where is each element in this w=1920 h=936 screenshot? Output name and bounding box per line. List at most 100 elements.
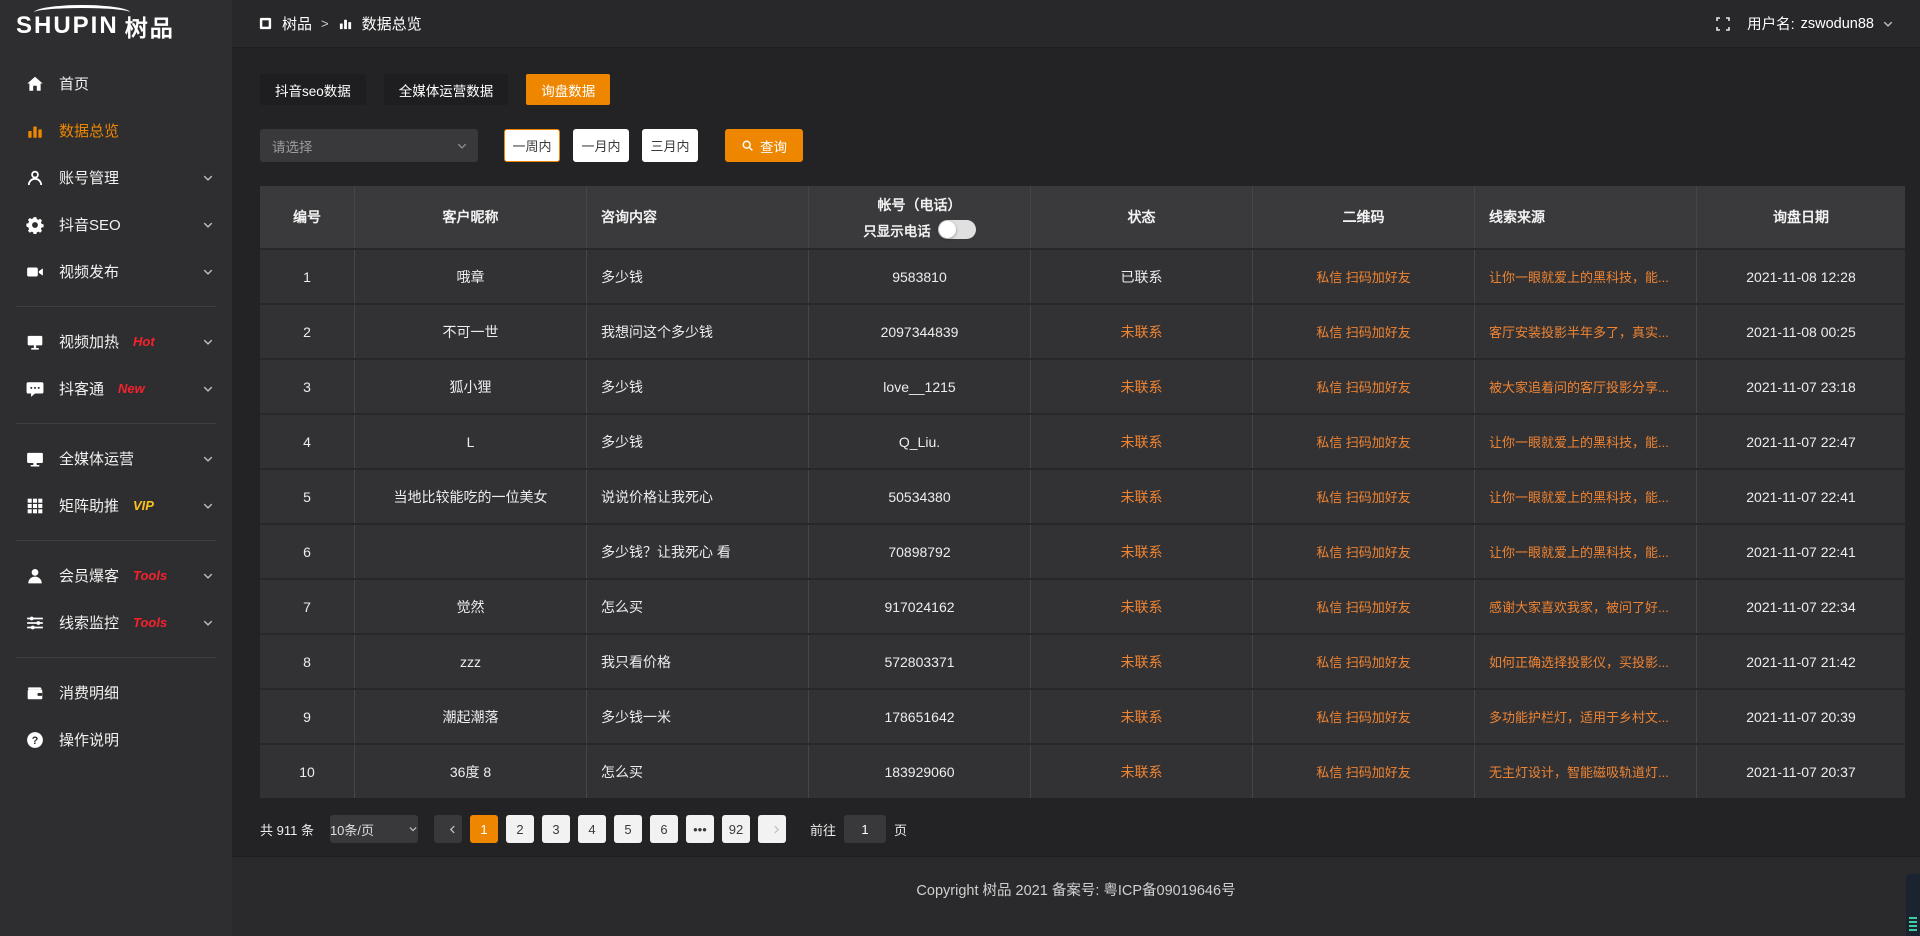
cell-lead-source[interactable]: 无主灯设计，智能磁吸轨道灯... xyxy=(1475,745,1697,798)
cell-status: 未联系 xyxy=(1031,305,1253,358)
cell-qrcode-links[interactable]: 私信 扫码加好友 xyxy=(1253,745,1475,798)
sidebar-divider xyxy=(16,423,216,424)
cell-qrcode-links[interactable]: 私信 扫码加好友 xyxy=(1253,470,1475,523)
cell-id: 5 xyxy=(260,470,355,523)
sidebar-item-lead-monitor[interactable]: 线索监控Tools xyxy=(0,599,232,646)
page-button-5[interactable]: 5 xyxy=(614,815,642,843)
cell-qrcode-links[interactable]: 私信 扫码加好友 xyxy=(1253,525,1475,578)
cell-account: 50534380 xyxy=(809,470,1031,523)
sliders-icon xyxy=(26,614,44,632)
chevron-down-icon xyxy=(202,266,214,278)
goto-page-input[interactable] xyxy=(844,815,886,843)
cell-id: 3 xyxy=(260,360,355,413)
sidebar-item-instructions[interactable]: ?操作说明 xyxy=(0,716,232,763)
sidebar-item-label: 线索监控 xyxy=(59,612,119,633)
cell-qrcode-links[interactable]: 私信 扫码加好友 xyxy=(1253,360,1475,413)
sidebar-item-data-overview[interactable]: 数据总览 xyxy=(0,107,232,154)
cell-qrcode-links[interactable]: 私信 扫码加好友 xyxy=(1253,305,1475,358)
cell-qrcode-links[interactable]: 私信 扫码加好友 xyxy=(1253,415,1475,468)
table-body: 1哦章多少钱9583810已联系私信 扫码加好友让你一眼就爱上的黑科技，能...… xyxy=(260,248,1905,798)
sidebar-item-member-baoke[interactable]: 会员爆客Tools xyxy=(0,552,232,599)
home-icon xyxy=(26,75,44,93)
phone-only-toggle[interactable] xyxy=(938,220,976,239)
sidebar-item-consumption-detail[interactable]: 消费明细 xyxy=(0,669,232,716)
cell-lead-source[interactable]: 让你一眼就爱上的黑科技，能... xyxy=(1475,415,1697,468)
cell-qrcode-links[interactable]: 私信 扫码加好友 xyxy=(1253,635,1475,688)
sidebar-item-media-operation[interactable]: 全媒体运营 xyxy=(0,435,232,482)
cell-lead-source[interactable]: 让你一眼就爱上的黑科技，能... xyxy=(1475,250,1697,303)
sidebar-item-matrix-boost[interactable]: 矩阵助推VIP xyxy=(0,482,232,529)
period-week[interactable]: 一周内 xyxy=(504,129,560,162)
cell-lead-source[interactable]: 客厅安装投影半年多了，真实... xyxy=(1475,305,1697,358)
column-header: 咨询内容 xyxy=(587,186,809,248)
cell-account: 70898792 xyxy=(809,525,1031,578)
grid-icon xyxy=(26,497,44,515)
tab-inquiry-data[interactable]: 询盘数据 xyxy=(526,74,610,105)
column-header: 线索来源 xyxy=(1475,186,1697,248)
breadcrumb-root[interactable]: 树品 xyxy=(282,13,312,34)
table-row: 4L多少钱Q_Liu.未联系私信 扫码加好友让你一眼就爱上的黑科技，能...20… xyxy=(260,413,1905,468)
chevron-left-icon xyxy=(447,824,458,835)
sidebar-item-douketong[interactable]: 抖客通New xyxy=(0,365,232,412)
cell-id: 9 xyxy=(260,690,355,743)
prev-page-button[interactable] xyxy=(434,815,462,843)
page-button-4[interactable]: 4 xyxy=(578,815,606,843)
sidebar-item-home[interactable]: 首页 xyxy=(0,60,232,107)
page-button-1[interactable]: 1 xyxy=(470,815,498,843)
sidebar-item-account-management[interactable]: 账号管理 xyxy=(0,154,232,201)
sidebar-item-badge: VIP xyxy=(133,498,154,513)
sidebar-item-video-heat[interactable]: 视频加热Hot xyxy=(0,318,232,365)
content-area: 抖音seo数据全媒体运营数据询盘数据 请选择 一周内一月内三月内 查询 xyxy=(232,48,1920,856)
tab-douyin-seo-data[interactable]: 抖音seo数据 xyxy=(260,74,366,105)
cell-lead-source[interactable]: 如何正确选择投影仪，买投影... xyxy=(1475,635,1697,688)
sidebar-item-video-publish[interactable]: 视频发布 xyxy=(0,248,232,295)
period-quarter[interactable]: 三月内 xyxy=(642,129,698,162)
cell-inquiry-date: 2021-11-08 12:28 xyxy=(1697,250,1905,303)
cell-qrcode-links[interactable]: 私信 扫码加好友 xyxy=(1253,690,1475,743)
cell-inquiry-date: 2021-11-07 20:37 xyxy=(1697,745,1905,798)
page-button-2[interactable]: 2 xyxy=(506,815,534,843)
query-button[interactable]: 查询 xyxy=(725,129,803,162)
cell-content: 怎么买 xyxy=(587,745,809,798)
page-size-select[interactable]: 10条/页 xyxy=(330,815,418,843)
filter-select-placeholder: 请选择 xyxy=(272,136,313,156)
table-row: 1哦章多少钱9583810已联系私信 扫码加好友让你一眼就爱上的黑科技，能...… xyxy=(260,248,1905,303)
sidebar-divider xyxy=(16,657,216,658)
cell-status: 已联系 xyxy=(1031,250,1253,303)
user-menu[interactable]: 用户名: zswodun88 xyxy=(1747,13,1894,34)
breadcrumb-current: 数据总览 xyxy=(362,13,422,34)
cell-nickname: 潮起潮落 xyxy=(355,690,587,743)
chevron-down-icon xyxy=(456,140,468,152)
cell-qrcode-links[interactable]: 私信 扫码加好友 xyxy=(1253,250,1475,303)
sidebar-divider xyxy=(16,540,216,541)
cell-qrcode-links[interactable]: 私信 扫码加好友 xyxy=(1253,580,1475,633)
page-buttons: 123456 ••• 92 xyxy=(434,815,786,843)
cell-lead-source[interactable]: 让你一眼就爱上的黑科技，能... xyxy=(1475,470,1697,523)
search-icon xyxy=(741,139,754,152)
period-month[interactable]: 一月内 xyxy=(573,129,629,162)
cell-id: 10 xyxy=(260,745,355,798)
column-header: 状态 xyxy=(1031,186,1253,248)
user-label: 用户名: xyxy=(1747,13,1795,34)
monitor-icon xyxy=(26,450,44,468)
filter-select[interactable]: 请选择 xyxy=(260,129,478,162)
tab-media-operation-data[interactable]: 全媒体运营数据 xyxy=(384,74,509,105)
cell-nickname: 36度 8 xyxy=(355,745,587,798)
chevron-down-icon xyxy=(202,383,214,395)
sidebar-item-douyin-seo[interactable]: 抖音SEO xyxy=(0,201,232,248)
fullscreen-icon[interactable] xyxy=(1715,16,1731,32)
column-header: 二维码 xyxy=(1253,186,1475,248)
cell-status: 未联系 xyxy=(1031,470,1253,523)
page-button-3[interactable]: 3 xyxy=(542,815,570,843)
cell-lead-source[interactable]: 被大家追着问的客厅投影分享... xyxy=(1475,360,1697,413)
cell-lead-source[interactable]: 感谢大家喜欢我家，被问了好... xyxy=(1475,580,1697,633)
cell-status: 未联系 xyxy=(1031,360,1253,413)
page-button-92[interactable]: 92 xyxy=(722,815,750,843)
page-button-6[interactable]: 6 xyxy=(650,815,678,843)
next-page-button[interactable] xyxy=(758,815,786,843)
cell-lead-source[interactable]: 让你一眼就爱上的黑科技，能... xyxy=(1475,525,1697,578)
cell-lead-source[interactable]: 多功能护栏灯，适用于乡村文... xyxy=(1475,690,1697,743)
chat-icon xyxy=(26,380,44,398)
more-pages-button[interactable]: ••• xyxy=(686,815,714,843)
breadcrumb: 树品 > 数据总览 xyxy=(258,13,422,34)
